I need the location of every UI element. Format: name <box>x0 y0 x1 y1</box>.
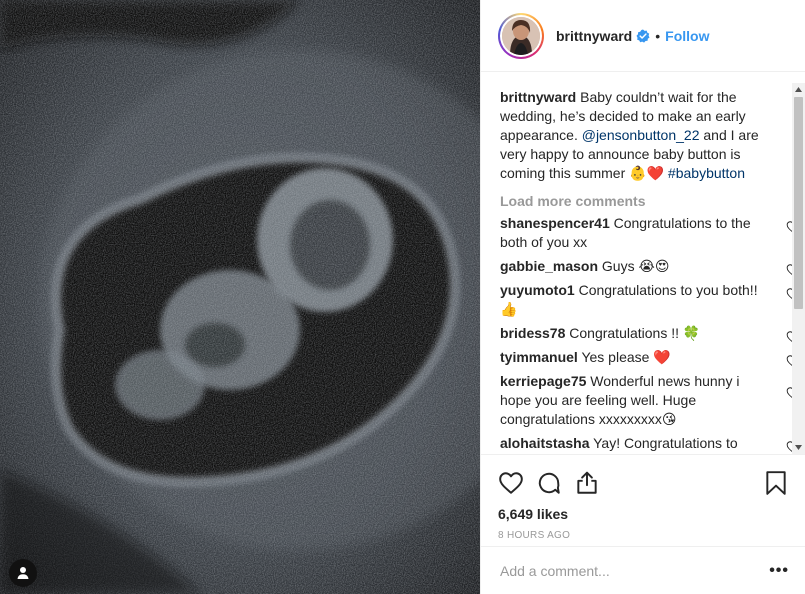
comment-username[interactable]: shanespencer41 <box>500 215 610 231</box>
comment-username[interactable]: kerriepage75 <box>500 373 586 389</box>
load-more-comments-button[interactable]: Load more comments <box>500 191 766 211</box>
avatar <box>502 16 540 55</box>
header-username[interactable]: brittnyward <box>556 28 632 44</box>
comment-item: gabbie_mason Guys 😭😍 <box>500 257 800 276</box>
comment-username[interactable]: bridess78 <box>500 325 565 341</box>
comment-username[interactable]: tyimmanuel <box>500 349 578 365</box>
comment-item: tyimmanuel Yes please ❤️ <box>500 348 800 367</box>
caption-hashtag[interactable]: #babybutton <box>668 165 745 181</box>
post-image[interactable] <box>0 0 480 594</box>
post-caption: brittnyward Baby couldn’t wait for the w… <box>500 88 766 183</box>
post-timestamp[interactable]: 8 HOURS AGO <box>498 530 789 541</box>
comments-list[interactable]: brittnyward Baby couldn’t wait for the w… <box>481 83 805 454</box>
comment-item: bridess78 Congratulations !! 🍀 <box>500 324 800 343</box>
user-tags-button[interactable] <box>9 559 37 587</box>
caption-emoji: 👶❤️ <box>629 165 665 181</box>
post-actions: 6,649 likes 8 HOURS AGO <box>481 454 805 541</box>
caption-mention[interactable]: @jensonbutton_22 <box>582 127 700 143</box>
person-icon <box>17 567 29 579</box>
share-icon[interactable] <box>574 470 600 496</box>
follow-button[interactable]: Follow <box>665 28 709 44</box>
comment-icon[interactable] <box>536 470 562 496</box>
separator-dot: • <box>655 27 661 44</box>
instagram-post-modal: brittnyward • Follow brittnyward Baby co… <box>0 0 805 594</box>
action-bar <box>498 463 789 503</box>
comment-username[interactable]: gabbie_mason <box>500 258 598 274</box>
ultrasound-image <box>0 0 480 594</box>
scroll-up-arrow-icon[interactable] <box>792 83 805 96</box>
caption-username[interactable]: brittnyward <box>500 89 576 105</box>
comment-username[interactable]: alohaitstasha <box>500 435 589 451</box>
heart-icon[interactable] <box>498 470 524 496</box>
add-comment-input[interactable] <box>500 562 770 579</box>
bookmark-icon[interactable] <box>763 470 789 496</box>
post-panel: brittnyward • Follow brittnyward Baby co… <box>480 0 805 594</box>
verified-badge-icon <box>636 29 650 43</box>
comment-item: shanespencer41 Congratulations to the bo… <box>500 214 800 252</box>
comment-text: Guys 😭😍 <box>601 258 670 274</box>
avatar-story-ring[interactable] <box>498 12 544 59</box>
comment-text: Congratulations !! 🍀 <box>569 325 701 341</box>
comment-text: Yes please ❤️ <box>581 349 671 365</box>
likes-count[interactable]: 6,649 likes <box>498 506 789 522</box>
comments-scrollbar[interactable] <box>792 83 805 454</box>
add-comment-bar: ••• <box>481 546 805 594</box>
comment-item: kerriepage75 Wonderful news hunny i hope… <box>500 372 800 429</box>
scroll-down-arrow-icon[interactable] <box>792 441 805 454</box>
post-header: brittnyward • Follow <box>481 0 805 72</box>
comment-item: alohaitstasha Yay! Congratulations to yo… <box>500 434 800 454</box>
scrollbar-thumb[interactable] <box>794 97 803 309</box>
more-options-button[interactable]: ••• <box>769 562 789 580</box>
comment-username[interactable]: yuyumoto1 <box>500 282 575 298</box>
comment-item: yuyumoto1 Congratulations to you both!!👍 <box>500 281 800 319</box>
